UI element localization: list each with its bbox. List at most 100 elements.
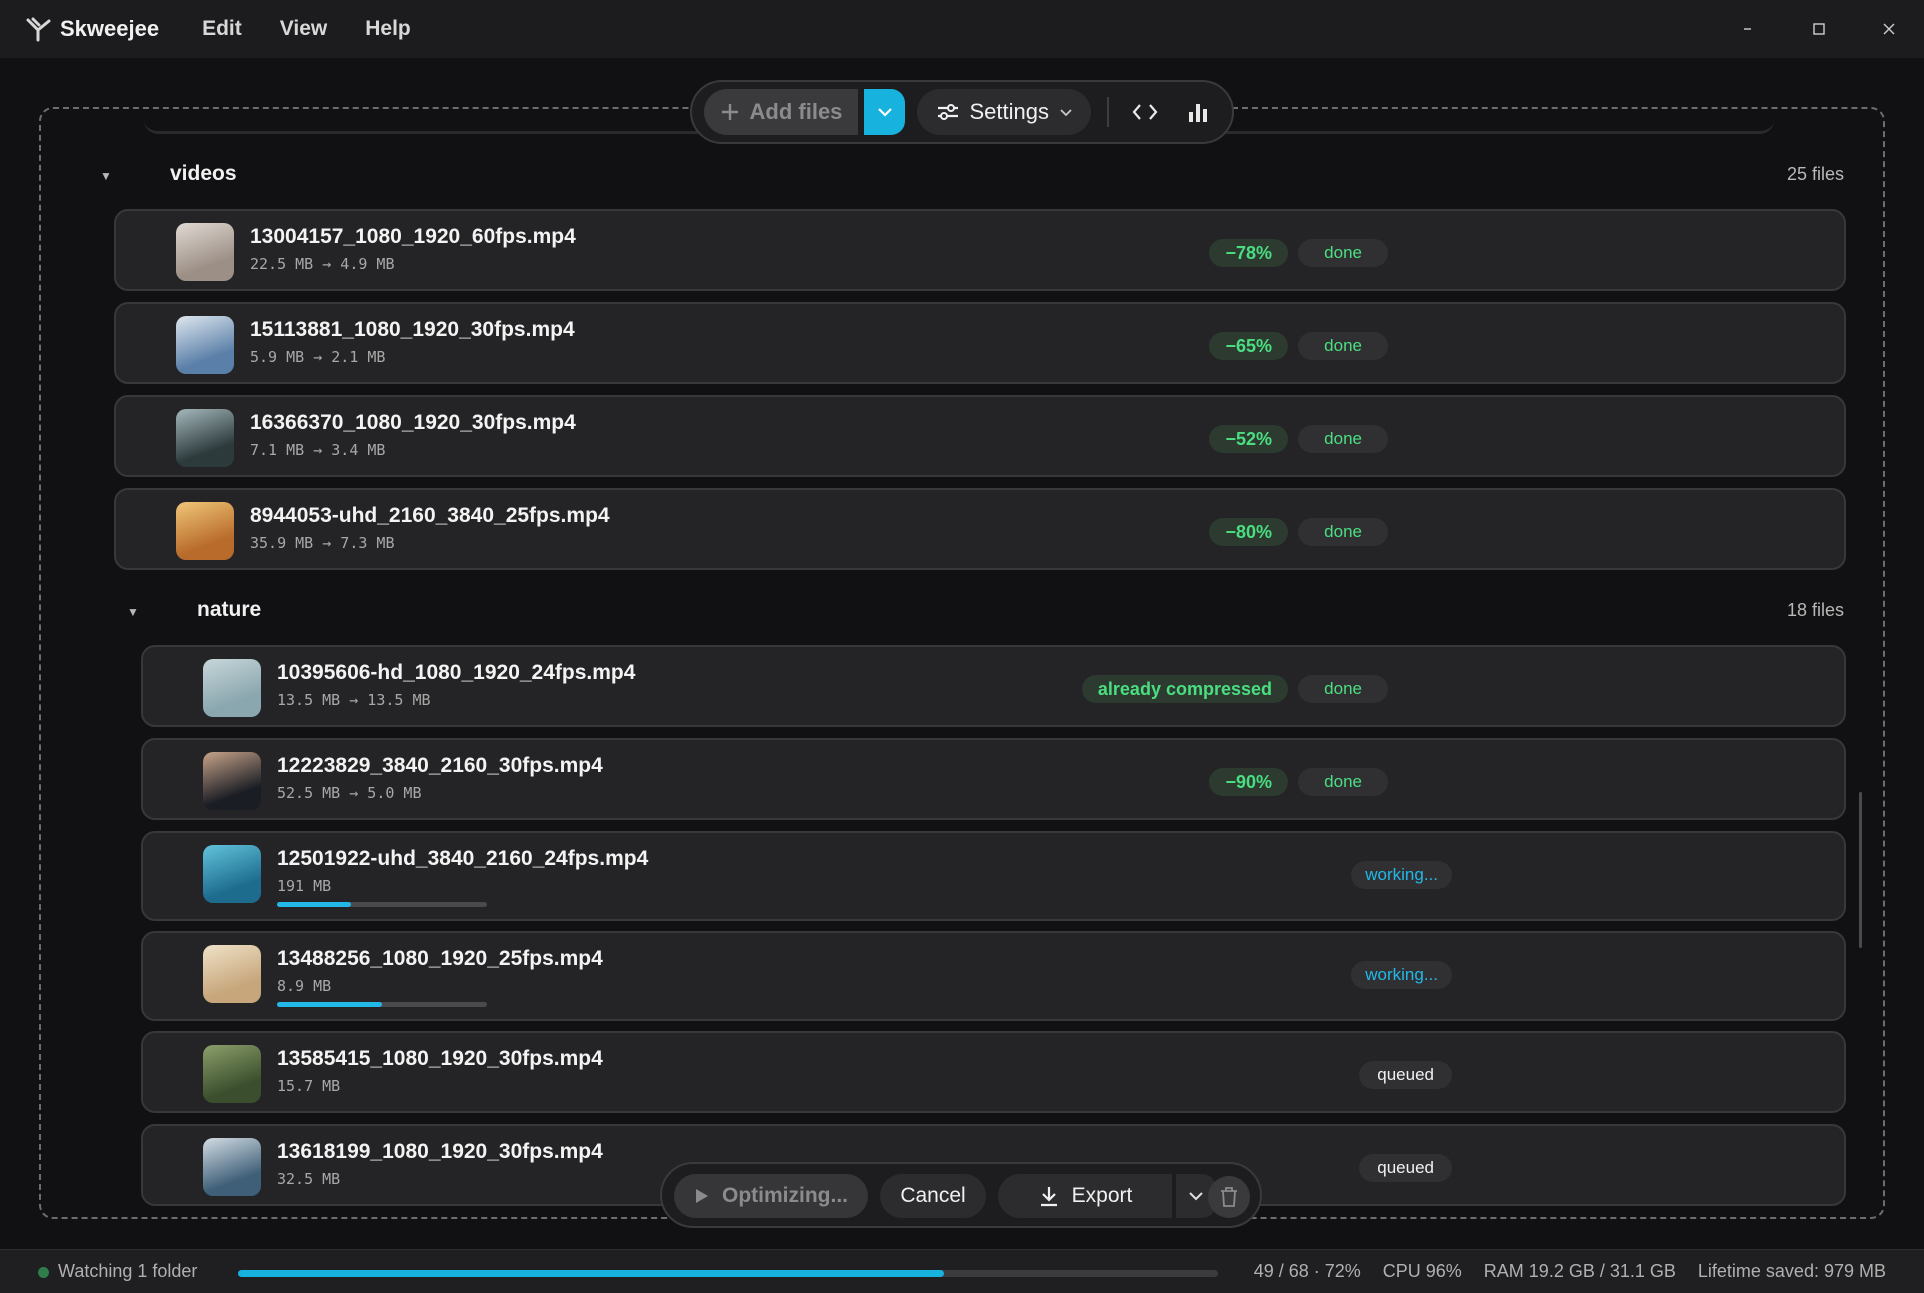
- collapse-caret-icon[interactable]: ▼: [100, 169, 112, 183]
- plus-icon: [721, 104, 738, 120]
- file-row[interactable]: 13004157_1080_1920_60fps.mp4 22.5 MB → 4.…: [114, 209, 1846, 291]
- file-progress-bar: [277, 1002, 487, 1007]
- minimize-button[interactable]: [1714, 0, 1784, 58]
- chevron-down-icon: [1189, 1192, 1203, 1201]
- progress-text: 49 / 68 · 72%: [1253, 1261, 1361, 1281]
- file-row[interactable]: 13488256_1080_1920_25fps.mp4 8.9 MB workin…: [141, 931, 1846, 1021]
- savings-badge: −90%: [1209, 768, 1288, 796]
- status-badge: done: [1298, 518, 1388, 546]
- watching-status-dot: [38, 1267, 49, 1278]
- status-badge: done: [1298, 768, 1388, 796]
- minimize-icon: [1744, 28, 1751, 30]
- savings-badge: −80%: [1209, 518, 1288, 546]
- bar-chart-icon: [1189, 104, 1208, 122]
- file-size: 15.7 MB: [277, 1077, 341, 1095]
- code-view-button[interactable]: [1125, 89, 1164, 135]
- file-size: 191 MB: [277, 877, 332, 895]
- title-bar: Skweejee Edit View Help: [0, 0, 1924, 58]
- file-name: 13488256_1080_1920_25fps.mp4: [277, 947, 603, 970]
- sliders-icon: [937, 104, 958, 120]
- file-thumbnail: [203, 659, 261, 717]
- app-name: Skweejee: [60, 16, 160, 41]
- file-size: 22.5 MB → 4.9 MB: [250, 255, 395, 273]
- maximize-icon: [1813, 23, 1825, 35]
- file-thumbnail: [176, 502, 234, 560]
- file-row[interactable]: 13585415_1080_1920_30fps.mp4 15.7 MB queue…: [141, 1031, 1846, 1113]
- download-icon: [1040, 1187, 1057, 1207]
- menu-bar: Edit View Help: [183, 17, 430, 41]
- file-row[interactable]: 12501922-uhd_3840_2160_24fps.mp4 191 MB wo…: [141, 831, 1846, 921]
- app-logo-icon: [24, 14, 54, 44]
- ram-usage: RAM 19.2 GB / 31.1 GB: [1483, 1261, 1676, 1281]
- export-label: Export: [1071, 1184, 1133, 1207]
- status-badge: working...: [1351, 861, 1452, 889]
- lifetime-saved: Lifetime saved: 979 MB: [1697, 1261, 1886, 1281]
- file-size: 32.5 MB: [277, 1170, 341, 1188]
- group-title: nature: [197, 598, 262, 621]
- file-thumbnail: [203, 752, 261, 810]
- chevron-down-icon: [877, 108, 892, 117]
- file-thumbnail: [203, 1138, 261, 1196]
- status-badge: queued: [1359, 1154, 1452, 1182]
- file-row[interactable]: 15113881_1080_1920_30fps.mp4 5.9 MB → 2.1…: [114, 302, 1846, 384]
- file-thumbnail: [203, 845, 261, 903]
- file-thumbnail: [176, 223, 234, 281]
- file-row[interactable]: 12223829_3840_2160_30fps.mp4 52.5 MB → 5.…: [141, 738, 1846, 820]
- file-size: 8.9 MB: [277, 977, 332, 995]
- optimizing-button[interactable]: Optimizing...: [674, 1174, 868, 1218]
- file-name: 15113881_1080_1920_30fps.mp4: [250, 318, 575, 341]
- close-icon: [1883, 23, 1895, 35]
- file-size: 7.1 MB → 3.4 MB: [250, 441, 386, 459]
- export-button[interactable]: Export: [998, 1174, 1172, 1218]
- add-files-button[interactable]: Add files: [704, 89, 858, 135]
- status-bar: Watching 1 folder 49 / 68 · 72% CPU 96% …: [0, 1249, 1924, 1293]
- collapse-caret-icon[interactable]: ▼: [127, 605, 139, 619]
- trash-icon: [1221, 1187, 1237, 1207]
- status-badge: done: [1298, 239, 1388, 267]
- file-name: 10395606-hd_1080_1920_24fps.mp4: [277, 661, 636, 684]
- status-badge: done: [1298, 675, 1388, 703]
- file-size: 13.5 MB → 13.5 MB: [277, 691, 431, 709]
- chevron-down-icon: [1060, 109, 1072, 117]
- file-name: 13585415_1080_1920_30fps.mp4: [277, 1047, 603, 1070]
- close-button[interactable]: [1854, 0, 1924, 58]
- file-thumbnail: [176, 409, 234, 467]
- overall-progress-fill: [238, 1270, 944, 1277]
- status-badge: queued: [1359, 1061, 1452, 1089]
- vertical-scrollbar[interactable]: [1859, 792, 1862, 948]
- savings-badge: −65%: [1209, 332, 1288, 360]
- status-badge: done: [1298, 425, 1388, 453]
- file-row[interactable]: 8944053-uhd_2160_3840_25fps.mp4 35.9 MB →…: [114, 488, 1846, 570]
- cpu-usage: CPU 96%: [1382, 1261, 1462, 1281]
- clear-button[interactable]: [1208, 1176, 1250, 1218]
- group-file-count: 25 files: [1786, 164, 1844, 184]
- add-files-dropdown-button[interactable]: [863, 89, 906, 135]
- add-files-label: Add files: [749, 99, 843, 124]
- maximize-button[interactable]: [1784, 0, 1854, 58]
- file-thumbnail: [203, 1045, 261, 1103]
- file-name: 16366370_1080_1920_30fps.mp4: [250, 411, 576, 434]
- file-thumbnail: [176, 316, 234, 374]
- code-icon: [1132, 104, 1158, 120]
- play-icon: [696, 1189, 708, 1203]
- file-progress-bar: [277, 902, 487, 907]
- settings-button[interactable]: Settings: [917, 89, 1092, 135]
- group-title: videos: [170, 162, 237, 185]
- file-name: 13004157_1080_1920_60fps.mp4: [250, 225, 576, 248]
- cancel-button[interactable]: Cancel: [880, 1174, 986, 1218]
- file-progress-fill: [277, 1002, 382, 1007]
- file-name: 12501922-uhd_3840_2160_24fps.mp4: [277, 847, 649, 870]
- menu-edit[interactable]: Edit: [183, 17, 261, 41]
- menu-view[interactable]: View: [261, 17, 346, 41]
- watching-label[interactable]: Watching 1 folder: [58, 1261, 197, 1282]
- file-row[interactable]: 10395606-hd_1080_1920_24fps.mp4 13.5 MB →…: [141, 645, 1846, 727]
- menu-help[interactable]: Help: [346, 17, 430, 41]
- window-controls: [1714, 0, 1924, 58]
- overall-progress-bar: [238, 1270, 1218, 1277]
- group-file-count: 18 files: [1786, 600, 1844, 620]
- file-name: 13618199_1080_1920_30fps.mp4: [277, 1140, 603, 1163]
- file-progress-fill: [277, 902, 351, 907]
- stats-button[interactable]: [1179, 89, 1218, 135]
- savings-badge: −52%: [1209, 425, 1288, 453]
- file-row[interactable]: 16366370_1080_1920_30fps.mp4 7.1 MB → 3.4…: [114, 395, 1846, 477]
